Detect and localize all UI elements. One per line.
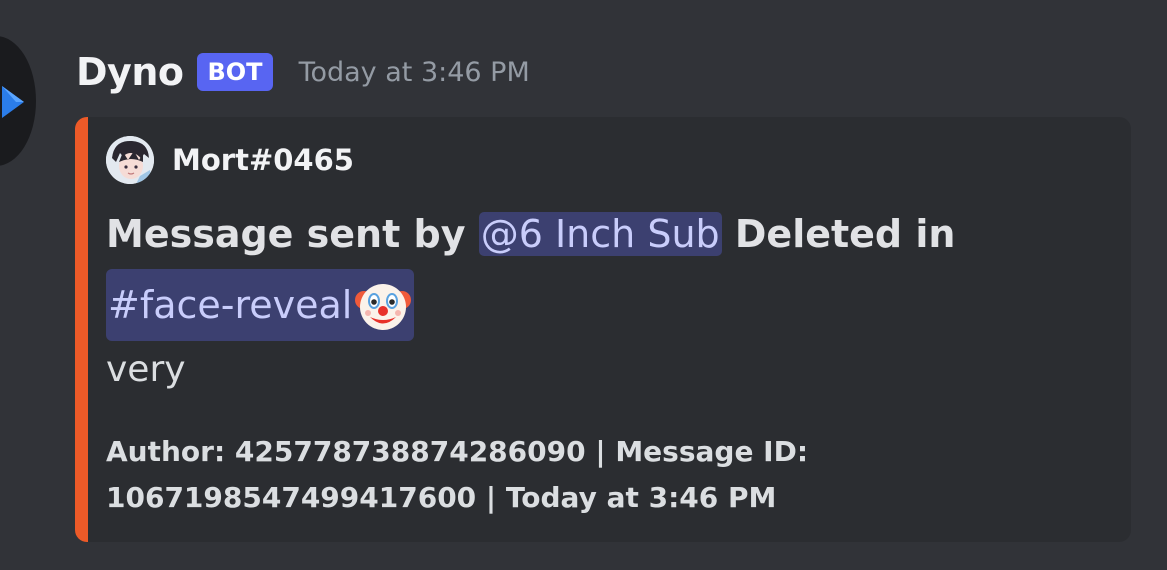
- author-avatar[interactable]: [106, 136, 154, 184]
- embed-footer: Author: 425778738874286090 | Message ID:…: [106, 435, 809, 514]
- bot-avatar[interactable]: [0, 36, 36, 166]
- dyno-logo-icon: [2, 86, 24, 118]
- embed-description: very: [106, 349, 186, 390]
- anime-avatar-icon: [106, 136, 154, 184]
- channel-mention[interactable]: #face-reveal: [106, 269, 415, 341]
- user-mention[interactable]: @6 Inch Sub: [478, 212, 722, 256]
- channel-mention-label: #face-reveal: [108, 283, 353, 327]
- embed-title: Message sent by @6 Inch Sub Deleted in #…: [106, 207, 1006, 341]
- embed-card: Mort#0465 Message sent by @6 Inch Sub De…: [75, 117, 1131, 542]
- title-prefix: Message sent by: [106, 212, 479, 256]
- chat-message: Dyno BOT Today at 3:46 PM Mort#0465 Mess…: [0, 0, 1167, 570]
- message-timestamp[interactable]: Today at 3:46 PM: [299, 57, 530, 88]
- embed-accent-bar: [75, 117, 88, 542]
- bot-tag: BOT: [197, 53, 273, 91]
- title-middle: Deleted in: [721, 212, 956, 256]
- username[interactable]: Dyno: [76, 50, 184, 94]
- clown-face-icon: [355, 284, 412, 330]
- embed-author-name[interactable]: Mort#0465: [172, 143, 354, 177]
- embed-author: Mort#0465: [106, 136, 354, 184]
- message-header: Dyno BOT Today at 3:46 PM: [76, 44, 530, 100]
